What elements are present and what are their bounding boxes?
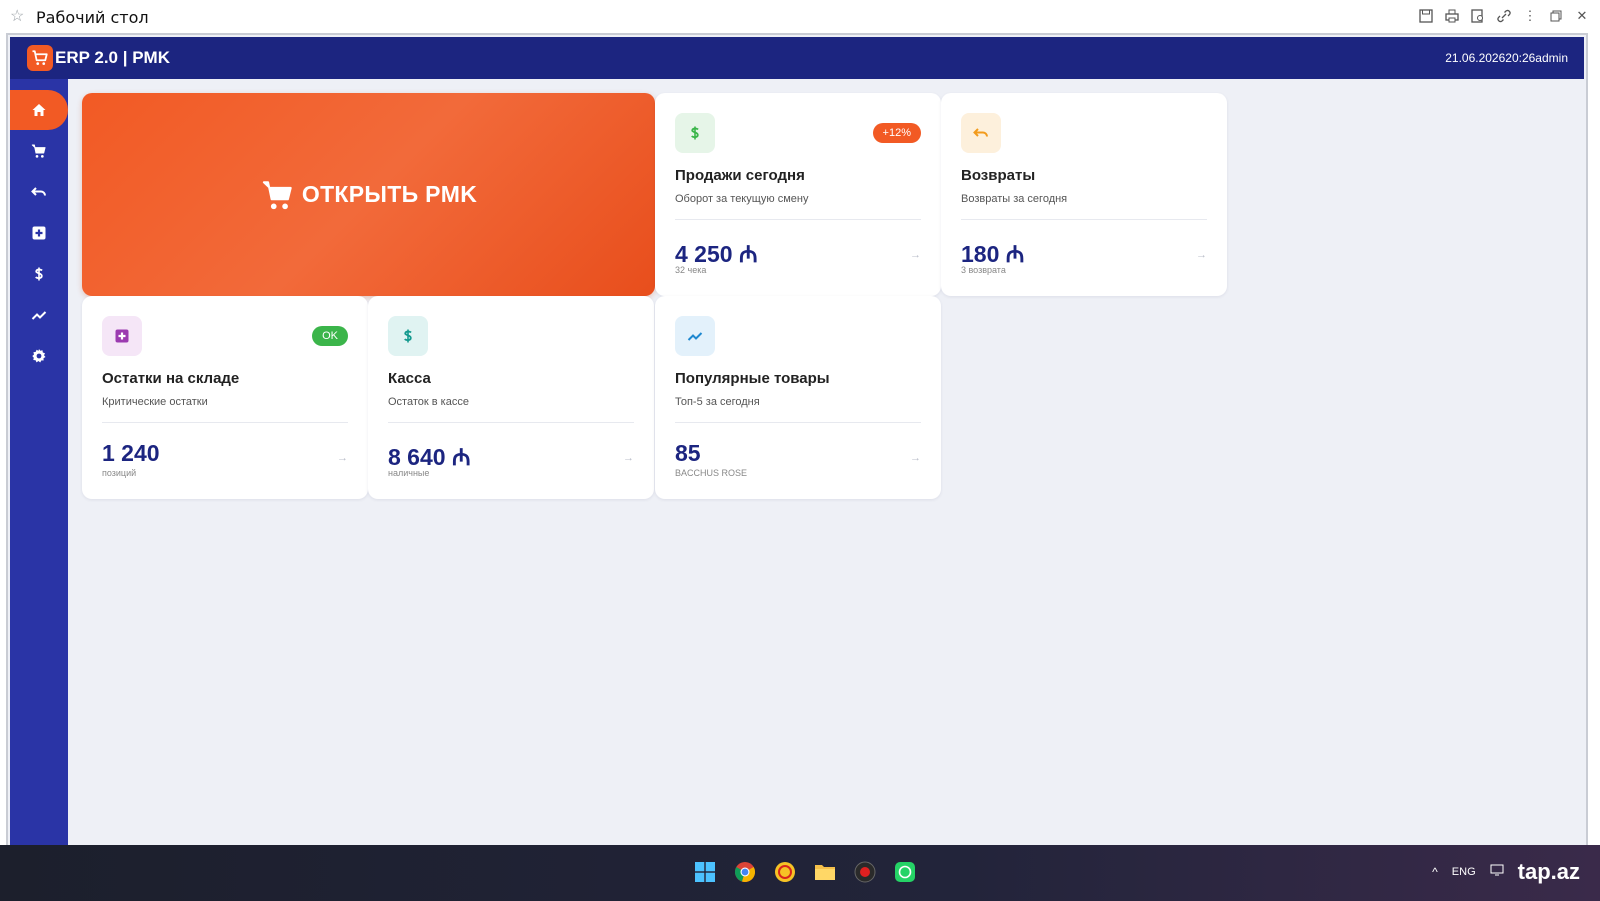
- stock-card[interactable]: OK Остатки на складе Критические остатки…: [82, 296, 368, 499]
- more-icon[interactable]: ⋮: [1522, 8, 1538, 24]
- trend-icon: [31, 311, 47, 320]
- divider: [675, 422, 921, 423]
- dollar-icon: [35, 267, 43, 281]
- save-icon[interactable]: [1418, 8, 1434, 24]
- language-indicator[interactable]: ENG: [1452, 866, 1476, 878]
- sidebar-item-settings[interactable]: [10, 336, 68, 376]
- sidebar-item-sales[interactable]: [10, 131, 68, 171]
- open-pos-label: ОТКРЫТЬ PMK: [301, 181, 478, 207]
- windows-start-icon[interactable]: [694, 861, 716, 883]
- arrow-right-icon[interactable]: →: [623, 452, 634, 464]
- app-title: ERP 2.0 | PMK: [55, 48, 170, 67]
- card-title: Продажи сегодня: [675, 167, 805, 184]
- record-icon[interactable]: [854, 861, 876, 883]
- card-caption: 32 чека: [675, 265, 707, 275]
- card-value: 1 240: [102, 440, 160, 466]
- card-caption: 3 возврата: [961, 265, 1006, 275]
- arrow-right-icon[interactable]: →: [910, 452, 921, 464]
- card-value: 85: [675, 440, 701, 466]
- divider: [961, 219, 1207, 220]
- preview-icon[interactable]: [1470, 8, 1486, 24]
- file-explorer-icon[interactable]: [814, 861, 836, 883]
- returns-card[interactable]: Возвраты Возвраты за сегодня 180 ₼ 3 воз…: [941, 93, 1227, 296]
- sidebar: [10, 79, 68, 850]
- system-tray: ^ ENG tap.az: [1432, 859, 1580, 885]
- trend-icon: [675, 316, 715, 356]
- star-icon[interactable]: ☆: [10, 8, 28, 26]
- divider: [675, 219, 921, 220]
- sidebar-item-stock[interactable]: [10, 213, 68, 253]
- 1c-icon[interactable]: [774, 861, 796, 883]
- plus-square-icon: [102, 316, 142, 356]
- card-subtitle: Топ-5 за сегодня: [675, 396, 760, 408]
- card-title: Популярные товары: [675, 370, 830, 387]
- card-subtitle: Оборот за текущую смену: [675, 193, 809, 205]
- window-title: Рабочий стол: [36, 7, 149, 27]
- sidebar-item-home[interactable]: [10, 90, 68, 130]
- chevron-up-icon[interactable]: ^: [1432, 865, 1438, 879]
- window-titlebar: ☆ Рабочий стол ⋮ ✕: [0, 0, 1600, 34]
- sales-today-card[interactable]: +12% Продажи сегодня Оборот за текущую с…: [655, 93, 941, 296]
- app-header: ERP 2.0 | PMK 21.06.202620:26admin: [10, 37, 1584, 79]
- arrow-right-icon[interactable]: →: [337, 452, 348, 464]
- window-tools: ⋮ ✕: [1418, 8, 1590, 24]
- network-icon[interactable]: [1490, 863, 1504, 881]
- cash-card[interactable]: Касса Остаток в кассе 8 640 ₼ наличные →: [368, 296, 654, 499]
- print-icon[interactable]: [1444, 8, 1460, 24]
- sidebar-item-analytics[interactable]: [10, 295, 68, 335]
- card-subtitle: Остаток в кассе: [388, 396, 469, 408]
- home-icon: [32, 104, 46, 116]
- chrome-icon[interactable]: [734, 861, 756, 883]
- dollar-icon: [675, 113, 715, 153]
- sidebar-item-cash[interactable]: [10, 254, 68, 294]
- open-pos-button[interactable]: ОТКРЫТЬ PMK: [82, 93, 655, 296]
- dollar-icon: [388, 316, 428, 356]
- arrow-right-icon[interactable]: →: [1196, 249, 1207, 261]
- undo-icon: [31, 187, 46, 196]
- gear-icon: [32, 349, 46, 363]
- logo-cart-icon: [27, 45, 53, 71]
- whatsapp-icon[interactable]: [894, 861, 916, 883]
- divider: [388, 422, 634, 423]
- cart-icon: [31, 144, 46, 158]
- tap-az-watermark: tap.az: [1517, 859, 1580, 884]
- undo-icon: [961, 113, 1001, 153]
- restore-icon[interactable]: [1548, 8, 1564, 24]
- link-icon[interactable]: [1496, 8, 1512, 24]
- card-subtitle: Возвраты за сегодня: [961, 193, 1068, 205]
- card-title: Касса: [388, 370, 431, 387]
- os-taskbar: ^ ENG tap.az: [0, 845, 1600, 901]
- plus-square-icon: [32, 226, 46, 240]
- card-title: Возвраты: [961, 167, 1036, 184]
- arrow-right-icon[interactable]: →: [910, 249, 921, 261]
- datetime-user: 21.06.202620:26admin: [1445, 51, 1568, 65]
- card-caption: BACCHUS ROSE: [675, 468, 748, 478]
- cart-icon: [262, 180, 292, 209]
- status-badge: OK: [312, 326, 348, 346]
- divider: [102, 422, 348, 423]
- card-caption: позиций: [102, 468, 137, 478]
- taskbar-apps: [694, 861, 916, 883]
- popular-products-card[interactable]: Популярные товары Топ-5 за сегодня 85 BA…: [655, 296, 941, 499]
- sidebar-item-returns[interactable]: [10, 172, 68, 212]
- card-subtitle: Критические остатки: [102, 396, 208, 408]
- close-icon[interactable]: ✕: [1574, 8, 1590, 24]
- card-caption: наличные: [388, 468, 430, 478]
- growth-badge: +12%: [872, 123, 921, 143]
- card-title: Остатки на складе: [102, 370, 240, 387]
